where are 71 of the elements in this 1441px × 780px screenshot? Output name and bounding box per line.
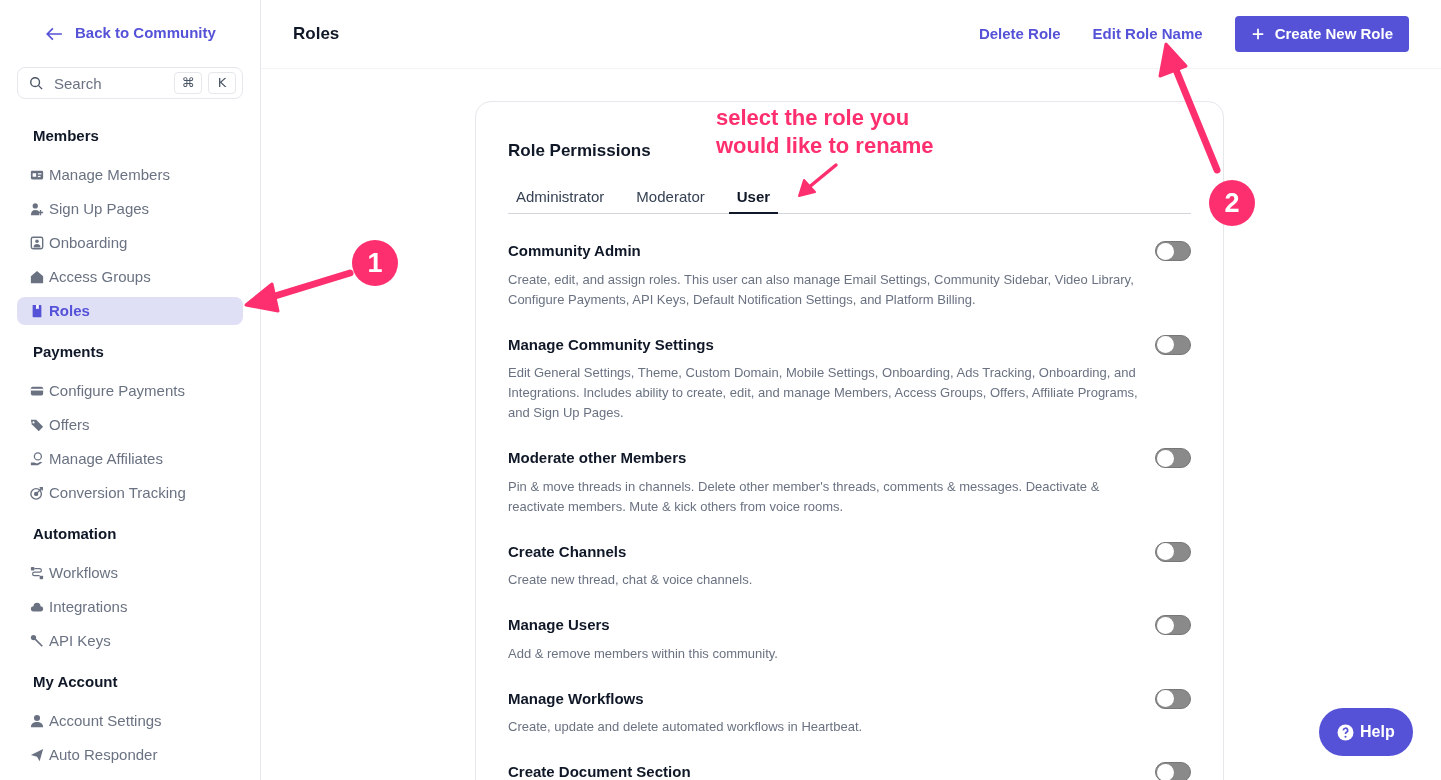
permission-description: Add & remove members within this community.: [508, 644, 779, 663]
role-tab[interactable]: Administrator: [516, 182, 605, 214]
permission-name: Create Channels: [508, 541, 627, 562]
create-role-button[interactable]: Create New Role: [1234, 16, 1409, 52]
house-icon: [30, 270, 44, 284]
permission-name: Moderate other Members: [508, 448, 687, 468]
help-button[interactable]: Help: [1319, 708, 1413, 756]
tag-icon: [30, 418, 44, 432]
sidebar-item[interactable]: Offers: [17, 411, 243, 439]
section-heading: Payments: [32, 341, 104, 362]
book-icon: [30, 304, 44, 318]
sidebar-item[interactable]: Access Groups: [17, 263, 243, 291]
permission-name: Create Document Section: [508, 762, 691, 780]
shortcut-key: ⌘: [174, 72, 202, 94]
toggle-switch[interactable]: [1155, 241, 1191, 262]
header-link[interactable]: Delete Role: [978, 22, 1061, 46]
user-plus-icon: [30, 202, 44, 216]
card-title: Role Permissions: [508, 140, 651, 162]
toggle-switch[interactable]: [1155, 541, 1191, 562]
flow-icon: [30, 566, 44, 580]
permission-description: Create, update and delete automated workflows in Heartbeat.: [508, 718, 864, 736]
coin-hand-icon: [30, 452, 44, 466]
sidebar-item[interactable]: Conversion Tracking: [17, 479, 243, 507]
sidebar-item[interactable]: Integrations: [17, 593, 243, 621]
annotation-arrow: [798, 163, 838, 197]
paper-plane-icon: [30, 748, 44, 762]
plus-icon: [1250, 27, 1265, 41]
permission-description: Create, edit, and assign roles. This user can also manage Email Settings, Community Sidebar, Video Library, Configure Payments, API Keys, Default Notification Settings, and Platform Billing.: [508, 270, 1135, 309]
permission-description: Create new thread, chat & voice channels.: [508, 571, 754, 589]
sidebar-item[interactable]: Onboarding: [17, 229, 243, 257]
permission-name: Manage Users: [508, 615, 610, 635]
sidebar-item[interactable]: Account Settings: [17, 707, 243, 735]
user-frame-icon: [30, 236, 44, 250]
id-card-icon: [30, 168, 44, 182]
header-link[interactable]: Edit Role Name: [1092, 22, 1203, 46]
card-icon: [30, 384, 44, 398]
person-icon: [30, 714, 44, 728]
section-heading: Members: [32, 125, 99, 146]
question-icon: [1337, 723, 1354, 741]
back-link[interactable]: Back to Community: [17, 0, 243, 67]
sidebar-item[interactable]: Roles: [17, 297, 243, 325]
shortcut-key: K: [208, 72, 236, 94]
section-heading: Automation: [32, 523, 117, 544]
page-title: Roles: [293, 23, 340, 46]
permission-description: Edit General Settings, Theme, Custom Domain, Mobile Settings, Onboarding, Ads Tracking, Onboarding, and Integrations. Includes ability to create, edit, and manage Members, Access Groups, Offers, Affiliate Programs, and Sign Up Pages.: [508, 364, 1138, 422]
role-tab[interactable]: Moderator: [636, 182, 705, 214]
toggle-switch[interactable]: [1155, 615, 1191, 636]
sidebar-item[interactable]: API Keys: [17, 627, 243, 655]
sidebar-item[interactable]: Workflows: [17, 559, 243, 587]
key-icon: [30, 634, 44, 648]
target-icon: [30, 486, 44, 500]
permission-name: Manage Community Settings: [508, 334, 714, 355]
annotation-text: select the role you would like to rename: [716, 104, 934, 160]
permission-name: Community Admin: [508, 241, 641, 261]
search-icon: [29, 76, 43, 90]
sidebar-item[interactable]: Sign Up Pages: [17, 195, 243, 223]
toggle-switch[interactable]: [1155, 762, 1191, 780]
permission-name: Manage Workflows: [508, 688, 644, 709]
sidebar-item[interactable]: Auto Responder: [17, 741, 243, 769]
cloud-icon: [30, 600, 44, 614]
role-tab[interactable]: User: [728, 182, 779, 214]
step-number: 2: [1209, 180, 1255, 226]
sidebar-item[interactable]: Manage Affiliates: [17, 445, 243, 473]
permission-description: Pin & move threads in channels. Delete other member's threads, comments & messages. Deactivate & reactivate members. Mute & kick others from voice rooms.: [508, 477, 1101, 516]
step-number: 1: [352, 240, 398, 286]
sidebar-item[interactable]: Configure Payments: [17, 377, 243, 405]
toggle-switch[interactable]: [1155, 448, 1191, 469]
section-heading: My Account: [32, 671, 118, 692]
toggle-switch[interactable]: [1155, 334, 1191, 355]
sidebar-item[interactable]: Manage Members: [17, 161, 243, 189]
toggle-switch[interactable]: [1155, 688, 1191, 709]
